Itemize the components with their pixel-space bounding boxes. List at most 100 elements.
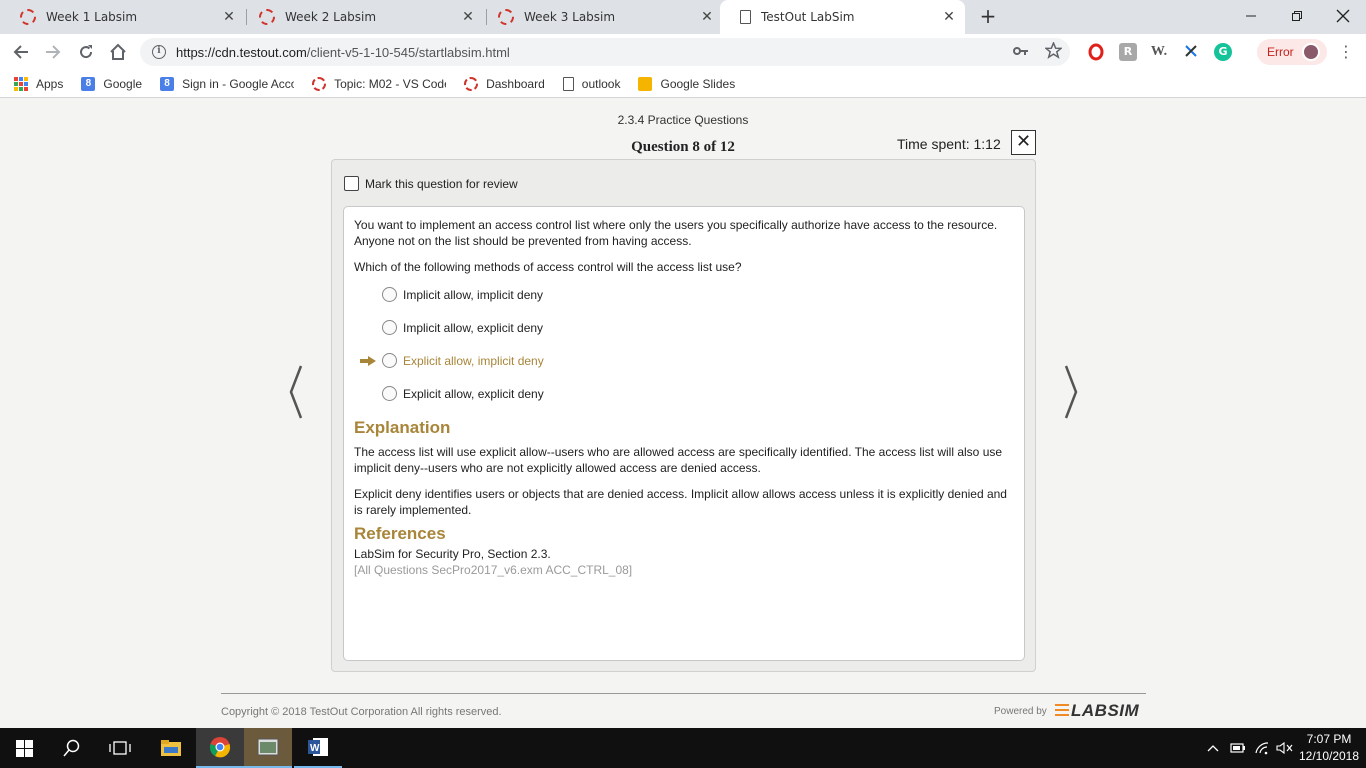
document-icon — [562, 76, 574, 91]
choice-label: Implicit allow, explicit deny — [403, 321, 544, 335]
labsim-logo: LABSIM — [1055, 701, 1139, 721]
close-quiz-button[interactable]: ✕ — [1011, 130, 1036, 155]
question-panel: Mark this question for review You want t… — [331, 159, 1036, 672]
testout-ring-icon — [312, 76, 327, 91]
opera-icon[interactable] — [1087, 43, 1105, 61]
review-label: Mark this question for review — [365, 176, 518, 191]
bookmark-outlook[interactable]: outlook — [562, 76, 620, 91]
answer-choice[interactable]: Explicit allow, explicit deny — [354, 386, 1014, 414]
radio-button[interactable] — [382, 386, 397, 401]
question-text: You want to implement an access control … — [354, 218, 998, 248]
site-info-icon[interactable]: i — [152, 45, 166, 59]
forward-arrow-icon — [46, 45, 61, 59]
forward-button[interactable] — [41, 40, 65, 64]
file-explorer-button[interactable] — [147, 728, 195, 768]
word-taskbar-button[interactable]: W — [294, 728, 342, 768]
answer-choice[interactable]: Implicit allow, implicit deny — [354, 287, 1014, 320]
google-icon: 8 — [160, 76, 175, 91]
profile-error-button[interactable]: Error — [1257, 39, 1327, 65]
tab-week-2[interactable]: Week 2 Labsim ✕ — [239, 0, 484, 34]
search-icon — [63, 739, 80, 757]
minimize-button[interactable] — [1228, 0, 1274, 32]
tab-title: Week 3 Labsim — [524, 10, 616, 24]
dictionary-icon[interactable] — [1182, 43, 1200, 61]
new-tab-button[interactable]: + — [976, 4, 1000, 28]
grammarly-icon[interactable]: G — [1214, 43, 1232, 61]
back-button[interactable] — [9, 40, 33, 64]
time-spent: Time spent: 1:12 — [897, 136, 1001, 152]
choice-label: Explicit allow, explicit deny — [403, 387, 544, 401]
back-arrow-icon — [13, 45, 28, 59]
avatar — [1301, 43, 1320, 61]
answer-choice[interactable]: Implicit allow, explicit deny — [354, 320, 1014, 353]
explanation-paragraph: The access list will use explicit allow-… — [354, 445, 1003, 475]
bookmark-google-slides[interactable]: Google Slides — [638, 76, 735, 91]
footer-divider — [221, 693, 1146, 694]
radio-button[interactable] — [382, 287, 397, 302]
previous-question-arrow[interactable] — [287, 364, 311, 420]
testout-ring-icon — [259, 9, 275, 25]
google-icon: 8 — [81, 76, 96, 91]
mark-for-review[interactable]: Mark this question for review — [344, 176, 518, 191]
start-button[interactable] — [0, 728, 48, 768]
profile-status: Error — [1267, 45, 1294, 59]
tab-week-3[interactable]: Week 3 Labsim ✕ — [478, 0, 723, 34]
volume-muted-icon[interactable] — [1276, 741, 1294, 755]
taskbar-search[interactable] — [48, 728, 96, 768]
key-icon[interactable] — [1013, 45, 1029, 61]
testout-ring-icon — [20, 9, 36, 25]
tab-week-1[interactable]: Week 1 Labsim ✕ — [0, 0, 245, 34]
copyright: Copyright © 2018 TestOut Corporation All… — [221, 706, 502, 718]
bookmark-dashboard[interactable]: Dashboard — [464, 76, 545, 91]
close-icon — [1336, 9, 1350, 23]
task-view-button[interactable] — [96, 728, 144, 768]
review-checkbox[interactable] — [344, 176, 359, 191]
wifi-icon[interactable] — [1254, 741, 1270, 755]
battery-icon[interactable] — [1230, 743, 1246, 753]
radio-button[interactable] — [382, 353, 397, 368]
window-close-button[interactable] — [1320, 0, 1366, 32]
task-view-icon — [109, 741, 131, 755]
bookmark-label: Sign in - Google Accounts — [182, 76, 294, 91]
home-button[interactable] — [106, 40, 130, 64]
references-heading: References — [354, 524, 446, 543]
clock-time: 7:07 PM — [1306, 732, 1352, 746]
chevron-up-icon[interactable] — [1206, 743, 1220, 753]
wordtune-icon[interactable]: W. — [1150, 43, 1168, 61]
bookmark-google[interactable]: 8 Google — [81, 76, 142, 91]
slides-icon — [638, 76, 653, 91]
windows-taskbar: W 7:07 PM 12/10/2018 — [0, 728, 1366, 768]
tab-close-icon[interactable]: ✕ — [697, 9, 717, 25]
reload-button[interactable] — [74, 40, 98, 64]
tab-close-icon[interactable]: ✕ — [939, 9, 959, 25]
question-content: You want to implement an access control … — [343, 206, 1025, 661]
bookmark-topic-m02[interactable]: Topic: M02 - VS Code — [312, 76, 447, 91]
bookmark-sign-in-google[interactable]: 8 Sign in - Google Accounts — [160, 76, 294, 91]
chrome-menu-icon[interactable]: ⋮ — [1338, 42, 1354, 61]
testout-ring-icon — [498, 9, 514, 25]
taskbar-clock[interactable]: 7:07 PM 12/10/2018 — [1296, 731, 1362, 765]
svg-text:W: W — [310, 743, 320, 754]
answer-choice-correct[interactable]: Explicit allow, implicit deny — [354, 353, 1014, 386]
clock-date: 12/10/2018 — [1298, 749, 1360, 763]
address-bar[interactable]: i https://cdn.testout.com/client-v5-1-10… — [140, 38, 1070, 66]
radio-button[interactable] — [382, 320, 397, 335]
chrome-taskbar-button[interactable] — [196, 728, 244, 768]
windows-logo-icon — [15, 739, 33, 757]
bookmark-star-icon[interactable] — [1043, 40, 1064, 63]
apps-grid-icon — [14, 76, 28, 91]
explanation-paragraph: Explicit deny identifies users or object… — [354, 487, 1007, 517]
readability-icon[interactable]: R — [1119, 43, 1137, 61]
tab-close-icon[interactable]: ✕ — [219, 9, 239, 25]
tab-close-icon[interactable]: ✕ — [458, 9, 478, 25]
tab-testout-labsim[interactable]: TestOut LabSim ✕ — [720, 0, 965, 34]
next-question-arrow[interactable] — [1060, 364, 1084, 420]
bookmark-label: Topic: M02 - VS Code — [334, 76, 447, 91]
chrome-icon — [209, 737, 231, 758]
browser-toolbar: i https://cdn.testout.com/client-v5-1-10… — [0, 34, 1366, 70]
labsim-bars-icon — [1055, 704, 1069, 716]
restore-button[interactable] — [1274, 0, 1320, 32]
labsim-taskbar-button[interactable] — [244, 728, 292, 768]
bookmark-apps[interactable]: Apps — [14, 76, 63, 91]
restore-icon — [1292, 11, 1302, 21]
